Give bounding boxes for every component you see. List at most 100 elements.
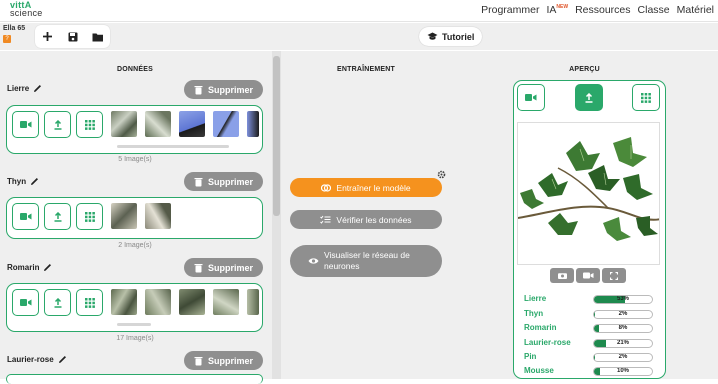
sample-image[interactable] — [179, 111, 205, 137]
tutoriel-button[interactable]: Tutoriel — [419, 27, 483, 46]
snapshot-button[interactable] — [550, 268, 574, 283]
prediction-label: Lierre — [524, 294, 547, 303]
delete-label: Supprimer — [207, 84, 253, 95]
open-folder-button[interactable] — [85, 25, 110, 48]
train-model-label: Entraîner le modèle — [336, 182, 411, 193]
horizontal-scrollbar[interactable] — [117, 323, 151, 326]
save-button[interactable] — [60, 25, 85, 48]
horizontal-scrollbar[interactable] — [117, 145, 229, 148]
new-badge: NEW — [556, 4, 569, 10]
grid-view-button[interactable] — [76, 111, 103, 138]
grid-icon — [84, 211, 95, 222]
prediction-label: Thyn — [524, 309, 544, 318]
delete-class-button[interactable]: Supprimer — [184, 80, 263, 99]
class-name-thyn[interactable]: Thyn — [7, 177, 39, 186]
sample-image[interactable] — [213, 111, 239, 137]
pencil-icon[interactable] — [30, 177, 39, 186]
sample-image[interactable] — [179, 289, 205, 315]
grid-view-button[interactable] — [76, 203, 103, 230]
video-camera-icon — [525, 94, 537, 101]
sample-image[interactable] — [145, 203, 171, 229]
delete-class-button[interactable]: Supprimer — [184, 172, 263, 191]
preview-image — [517, 122, 660, 265]
preview-webcam-button[interactable] — [517, 84, 545, 111]
toolbar-button-group — [35, 25, 110, 48]
upload-button[interactable] — [44, 111, 71, 138]
visualize-network-button[interactable]: Visualiser le réseau de neurones — [290, 245, 442, 277]
new-project-button[interactable] — [35, 25, 60, 48]
brain-icon — [321, 183, 332, 192]
grid-icon — [84, 119, 95, 130]
data-title: DONNÉES — [116, 66, 154, 73]
video-camera-icon — [19, 121, 31, 128]
sample-image[interactable] — [247, 111, 259, 137]
upload-button[interactable] — [44, 203, 71, 230]
vittascience-logo[interactable]: vittA science — [10, 1, 43, 18]
prediction-bar: 53% — [593, 295, 653, 304]
project-name: Ella 65 — [3, 25, 26, 32]
top-nav: vittA science Programmer IANEW Ressource… — [0, 0, 718, 22]
pencil-icon[interactable] — [58, 355, 67, 364]
prediction-row: Thyn 2% — [524, 309, 654, 320]
data-scrollbar[interactable] — [272, 51, 281, 379]
eye-icon — [308, 258, 319, 264]
record-video-button[interactable] — [576, 268, 600, 283]
plus-icon — [43, 32, 52, 41]
prediction-row: Mousse 10% — [524, 366, 654, 377]
nav-link-ressources[interactable]: Ressources — [575, 4, 630, 16]
sample-image[interactable] — [213, 289, 239, 315]
video-icon — [582, 272, 593, 279]
sample-image[interactable] — [111, 203, 137, 229]
gear-icon[interactable] — [437, 170, 446, 179]
upload-button[interactable] — [44, 289, 71, 316]
class-name-laurier-rose[interactable]: Laurier-rose — [7, 355, 67, 364]
nav-link-classe[interactable]: Classe — [638, 4, 670, 16]
upload-icon — [54, 119, 61, 130]
fullscreen-button[interactable] — [602, 268, 626, 283]
nav-link-materiel[interactable]: Matériel — [677, 4, 714, 16]
class-label: Thyn — [7, 177, 27, 186]
nav-link-ia[interactable]: IANEW — [546, 4, 568, 16]
sample-image[interactable] — [111, 111, 137, 137]
class-label: Laurier-rose — [7, 355, 54, 364]
preview-grid-button[interactable] — [632, 84, 660, 111]
class-name-romarin[interactable]: Romarin — [7, 263, 52, 272]
fullscreen-icon — [610, 271, 618, 280]
grid-view-button[interactable] — [76, 289, 103, 316]
upload-icon — [585, 92, 593, 103]
sample-image[interactable] — [111, 289, 137, 315]
sample-image[interactable] — [247, 289, 259, 315]
pencil-icon[interactable] — [33, 84, 42, 93]
class-card-lierre — [6, 105, 263, 154]
webcam-capture-button[interactable] — [12, 289, 39, 316]
pencil-icon[interactable] — [43, 263, 52, 272]
sample-image[interactable] — [145, 289, 171, 315]
preview-upload-button[interactable] — [575, 84, 603, 111]
checklist-icon — [320, 215, 331, 224]
prediction-bar: 8% — [593, 324, 653, 333]
sample-image[interactable] — [145, 111, 171, 137]
scrollbar-thumb[interactable] — [273, 56, 280, 216]
train-model-button[interactable]: Entraîner le modèle — [290, 178, 442, 197]
webcam-capture-button[interactable] — [12, 203, 39, 230]
ivy-leaf-image — [518, 137, 659, 241]
webcam-capture-button[interactable] — [12, 111, 39, 138]
prediction-bar: 21% — [593, 339, 653, 348]
trash-icon — [194, 177, 203, 186]
delete-label: Supprimer — [207, 262, 253, 273]
class-name-lierre[interactable]: Lierre — [7, 84, 42, 93]
trash-icon — [194, 85, 203, 94]
delete-class-button[interactable]: Supprimer — [184, 258, 263, 277]
nav-link-programmer[interactable]: Programmer — [481, 4, 539, 16]
delete-class-button[interactable]: Supprimer — [184, 351, 263, 370]
video-camera-icon — [19, 299, 31, 306]
verify-data-button[interactable]: Vérifier les données — [290, 210, 442, 229]
preview-title: APERÇU — [569, 66, 600, 73]
camera-controls — [550, 268, 626, 283]
class-card-thyn — [6, 197, 263, 239]
prediction-bar: 2% — [593, 353, 653, 362]
trash-icon — [194, 356, 203, 365]
image-count: 2 Image(s) — [118, 242, 152, 249]
prediction-row: Laurier-rose 21% — [524, 338, 654, 349]
prediction-percent: 2% — [618, 311, 628, 317]
